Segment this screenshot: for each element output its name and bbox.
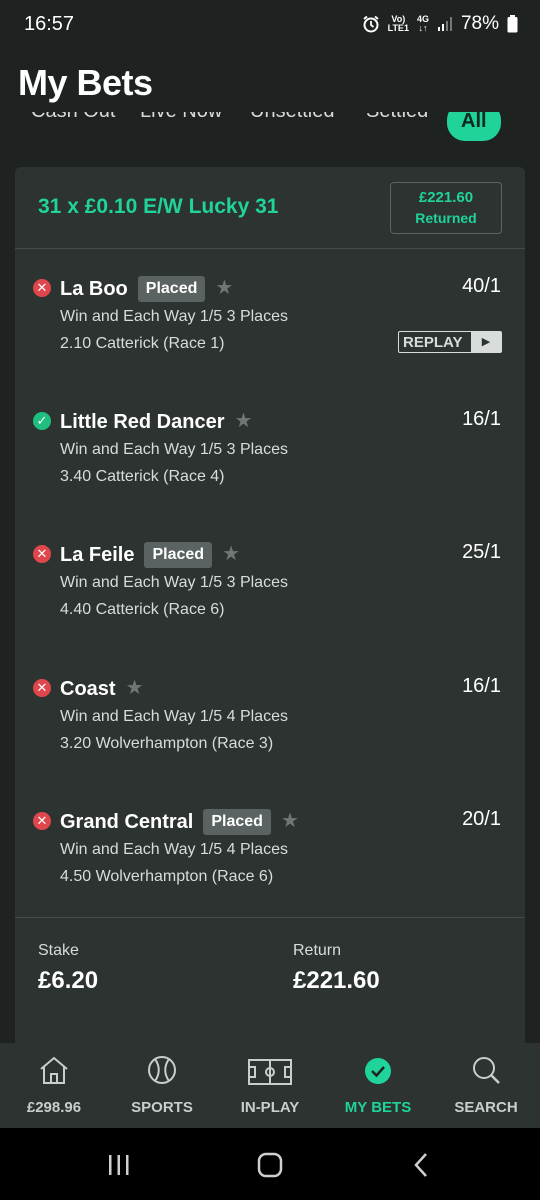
selection-odds: 20/1 — [462, 808, 501, 830]
nav-search-label: SEARCH — [454, 1099, 518, 1116]
home-icon — [40, 1056, 68, 1084]
selection-name: Little Red Dancer — [60, 411, 225, 433]
nav-search[interactable]: SEARCH — [432, 1043, 540, 1128]
returned-badge: £221.60 Returned — [390, 182, 502, 234]
replay-button[interactable]: REPLAY ▶ — [398, 331, 502, 353]
star-icon[interactable]: ★ — [281, 808, 299, 833]
network-indicator: Vo) LTE1 — [388, 15, 409, 33]
stake-divider — [15, 917, 525, 918]
selection-name-wrap: La Boo Placed ★ — [60, 275, 233, 302]
lost-icon: ✕ — [33, 679, 51, 697]
status-time: 16:57 — [24, 13, 75, 35]
placed-badge: Placed — [144, 542, 213, 568]
selection-name: La Boo — [60, 278, 128, 300]
selection-market: Win and Each Way 1/5 4 Places — [60, 841, 288, 858]
stake-value: £6.20 — [38, 967, 99, 994]
system-nav-bar — [0, 1128, 540, 1200]
placed-badge: Placed — [137, 276, 206, 302]
signal-icon — [437, 17, 452, 31]
battery-icon — [507, 15, 518, 33]
returned-label: Returned — [415, 210, 477, 226]
nav-sports-label: SPORTS — [131, 1099, 193, 1116]
selection-odds: 25/1 — [462, 541, 501, 563]
play-icon: ▶ — [471, 332, 501, 352]
selection-name-wrap: Coast ★ — [60, 675, 144, 701]
replay-label: REPLAY — [403, 333, 463, 351]
return-value: £221.60 — [293, 967, 380, 994]
star-icon[interactable]: ★ — [234, 408, 252, 433]
tab-live-now[interactable]: Live Now — [140, 112, 222, 123]
ball-icon — [148, 1056, 176, 1084]
selection-event: 4.40 Catterick (Race 6) — [60, 601, 225, 618]
nav-in-play-label: IN-PLAY — [240, 1099, 300, 1116]
selection-name-wrap: Little Red Dancer ★ — [60, 408, 252, 434]
back-icon[interactable] — [412, 1152, 430, 1178]
stake-label: Stake — [38, 942, 79, 959]
selection-name: Grand Central — [60, 811, 194, 833]
home-button-icon[interactable] — [257, 1152, 283, 1178]
tab-settled[interactable]: Settled — [366, 112, 428, 123]
returned-amount: £221.60 — [418, 189, 474, 206]
placed-badge: Placed — [203, 809, 271, 835]
selection-market: Win and Each Way 1/5 3 Places — [60, 441, 288, 458]
nav-sports[interactable]: SPORTS — [108, 1043, 216, 1128]
nav-my-bets[interactable]: MY BETS — [324, 1043, 432, 1128]
selection-event: 4.50 Wolverhampton (Race 6) — [60, 868, 274, 885]
selection-event: 3.40 Catterick (Race 4) — [60, 468, 225, 485]
selection-name-wrap: Grand Central Placed ★ — [60, 808, 299, 835]
search-icon — [473, 1057, 500, 1084]
filter-tabs: Cash Out Live Now Unsettled Settled All — [0, 112, 540, 142]
lost-icon: ✕ — [33, 812, 51, 830]
lost-icon: ✕ — [33, 279, 51, 297]
selection-row: ✕ La Feile Placed ★ 25/1 Win and Each Way … — [15, 533, 525, 653]
selection-odds: 40/1 — [462, 275, 501, 297]
tab-unsettled[interactable]: Unsettled — [250, 112, 335, 123]
selection-row: ✓ Little Red Dancer ★ 16/1 Win and Each W… — [15, 400, 525, 520]
star-icon[interactable]: ★ — [222, 541, 240, 566]
page-title: My Bets — [18, 62, 153, 103]
selection-row: ✕ Coast ★ 16/1 Win and Each Way 1/5 4 Pla… — [15, 667, 525, 787]
selection-event: 2.10 Catterick (Race 1) — [60, 335, 225, 352]
selection-row: ✕ La Boo Placed ★ 40/1 Win and Each Way 1/… — [15, 267, 525, 387]
selection-odds: 16/1 — [462, 408, 501, 430]
lost-icon: ✕ — [33, 545, 51, 563]
bet-card[interactable]: 31 x £0.10 E/W Lucky 31 £221.60 Returned… — [15, 167, 525, 1047]
battery-percent: 78% — [460, 13, 499, 34]
selection-name: La Feile — [60, 544, 135, 566]
status-icons: Vo) LTE1 4G ↓↑ 78% — [362, 13, 518, 35]
selection-name-wrap: La Feile Placed ★ — [60, 541, 240, 568]
selection-market: Win and Each Way 1/5 3 Places — [60, 308, 288, 325]
network-bottom: LTE1 — [387, 23, 409, 33]
recent-apps-icon[interactable] — [107, 1153, 131, 1177]
nav-balance-label: £298.96 — [26, 1099, 82, 1116]
alarm-icon — [362, 15, 379, 33]
return-label: Return — [293, 942, 342, 959]
tab-cash-out[interactable]: Cash Out — [31, 112, 115, 123]
selection-odds: 16/1 — [462, 675, 501, 697]
card-divider — [15, 248, 525, 249]
star-icon[interactable]: ★ — [215, 275, 233, 300]
signal-type: 4G ↓↑ — [417, 15, 429, 33]
nav-in-play[interactable]: IN-PLAY — [216, 1043, 324, 1128]
check-circle-icon — [365, 1058, 391, 1084]
selection-market: Win and Each Way 1/5 3 Places — [60, 574, 288, 591]
nav-my-bets-label: MY BETS — [344, 1099, 412, 1116]
selection-event: 3.20 Wolverhampton (Race 3) — [60, 735, 274, 752]
nav-balance[interactable]: £298.96 — [0, 1043, 108, 1128]
star-icon[interactable]: ★ — [126, 675, 144, 700]
status-bar: 16:57 Vo) LTE1 4G ↓↑ 78% — [0, 0, 540, 50]
selection-row: ✕ Grand Central Placed ★ 20/1 Win and Each… — [15, 800, 525, 920]
bottom-nav: £298.96 SPORTS IN-PLAY MY BETS SEARCH — [0, 1043, 540, 1128]
pitch-icon — [248, 1059, 292, 1085]
bet-title: 31 x £0.10 E/W Lucky 31 — [38, 195, 279, 218]
won-check-icon: ✓ — [33, 412, 51, 430]
selection-name: Coast — [60, 678, 116, 700]
data-arrows-icon: ↓↑ — [418, 23, 428, 33]
tab-all[interactable]: All — [447, 112, 501, 141]
selection-market: Win and Each Way 1/5 4 Places — [60, 708, 288, 725]
